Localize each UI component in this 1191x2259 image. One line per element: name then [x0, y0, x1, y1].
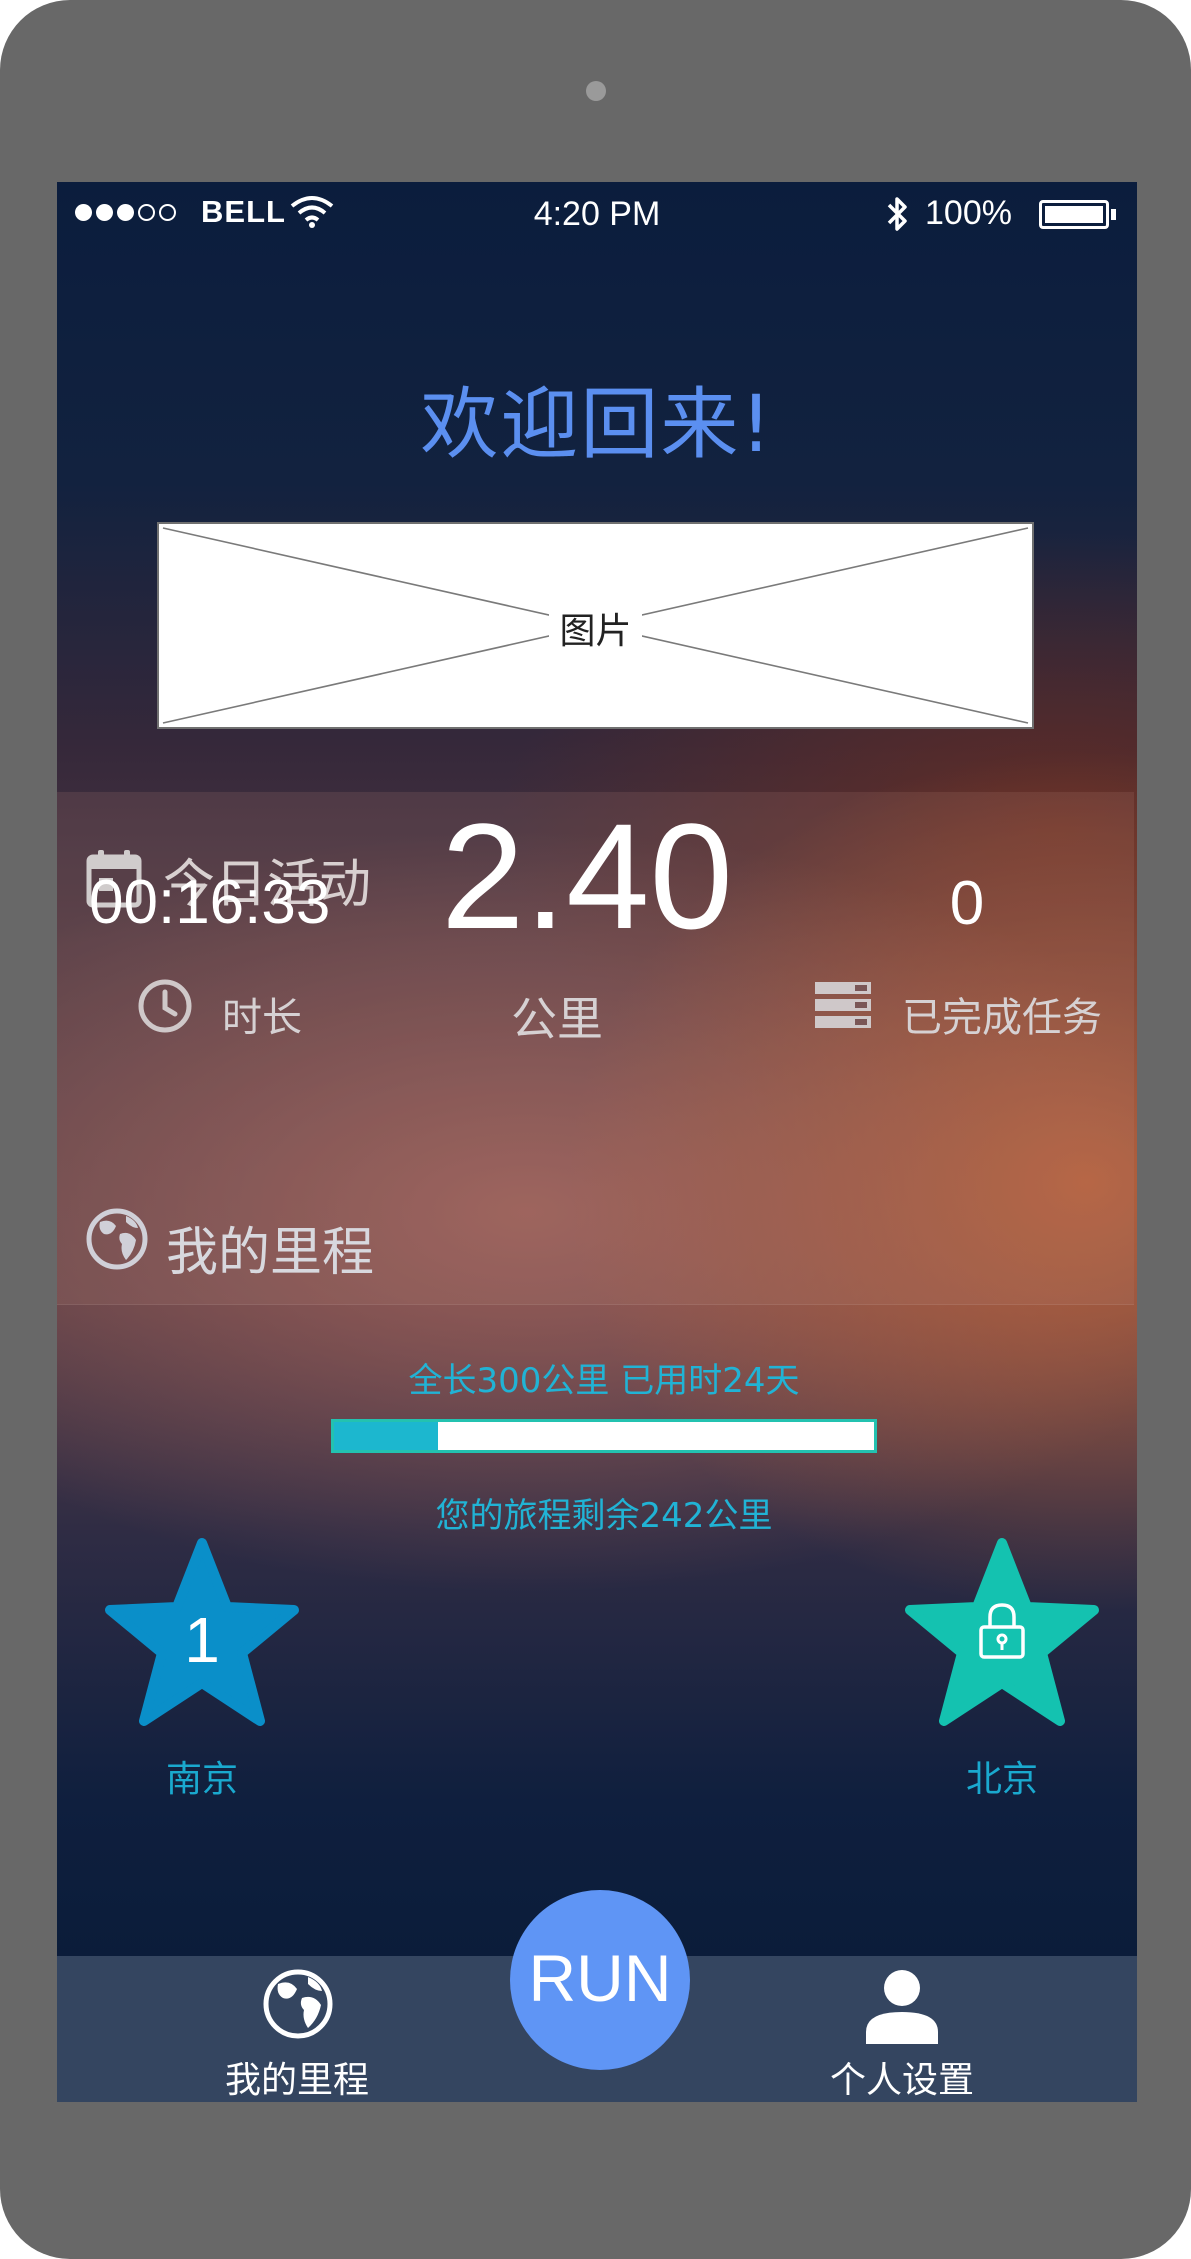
app-screen: BELL 4:20 PM 100% 欢迎回来! 图片 今日活动 00:16:33… — [57, 182, 1137, 2102]
image-placeholder-label: 图片 — [549, 611, 642, 652]
tasks-label: 已完成任务 — [902, 995, 1102, 1041]
journey-progress-bar — [331, 1419, 877, 1453]
phone-frame: BELL 4:20 PM 100% 欢迎回来! 图片 今日活动 00:16:33… — [0, 0, 1191, 2259]
journey-summary: 全长300公里 已用时24天 — [408, 1361, 800, 1401]
bluetooth-icon — [887, 197, 907, 231]
battery-icon — [1039, 200, 1109, 229]
duration-value: 00:16:33 — [89, 868, 331, 937]
tab-my-mileage-label: 我的里程 — [224, 2060, 369, 2101]
start-city-star[interactable]: 1 — [102, 1535, 302, 1731]
clock-icon — [138, 979, 192, 1033]
battery-cap — [1111, 209, 1116, 220]
user-icon — [866, 1970, 938, 2044]
globe-icon — [263, 1969, 333, 2039]
front-camera — [586, 81, 606, 101]
end-city-star[interactable] — [902, 1535, 1102, 1731]
start-city-label: 南京 — [165, 1759, 238, 1800]
tasks-value: 0 — [949, 869, 985, 938]
journey-progress-fill — [334, 1422, 439, 1450]
tab-personal-settings[interactable]: 个人设置 — [802, 1956, 1002, 2102]
globe-icon — [86, 1208, 148, 1270]
battery-level — [1045, 206, 1103, 223]
run-button-label: RUN — [528, 1941, 672, 2015]
journey-remaining: 您的旅程剩余242公里 — [435, 1496, 773, 1536]
tab-my-mileage[interactable]: 我的里程 — [197, 1956, 397, 2102]
distance-value: 2.40 — [441, 792, 733, 960]
duration-label: 时长 — [222, 995, 302, 1041]
task-list-icon — [815, 982, 871, 1028]
run-button[interactable]: RUN — [510, 1890, 690, 2070]
lock-icon — [979, 1603, 1025, 1659]
start-level-number: 1 — [184, 1604, 220, 1676]
mileage-title: 我的里程 — [166, 1223, 375, 1283]
welcome-title: 欢迎回来! — [420, 380, 774, 470]
distance-label: 公里 — [511, 992, 603, 1046]
image-placeholder: 图片 — [157, 522, 1034, 729]
end-city-label: 北京 — [965, 1759, 1038, 1800]
tab-personal-settings-label: 个人设置 — [829, 2060, 974, 2101]
status-bar: BELL 4:20 PM 100% — [57, 182, 1137, 252]
battery-percentage: 100% — [925, 194, 1012, 232]
